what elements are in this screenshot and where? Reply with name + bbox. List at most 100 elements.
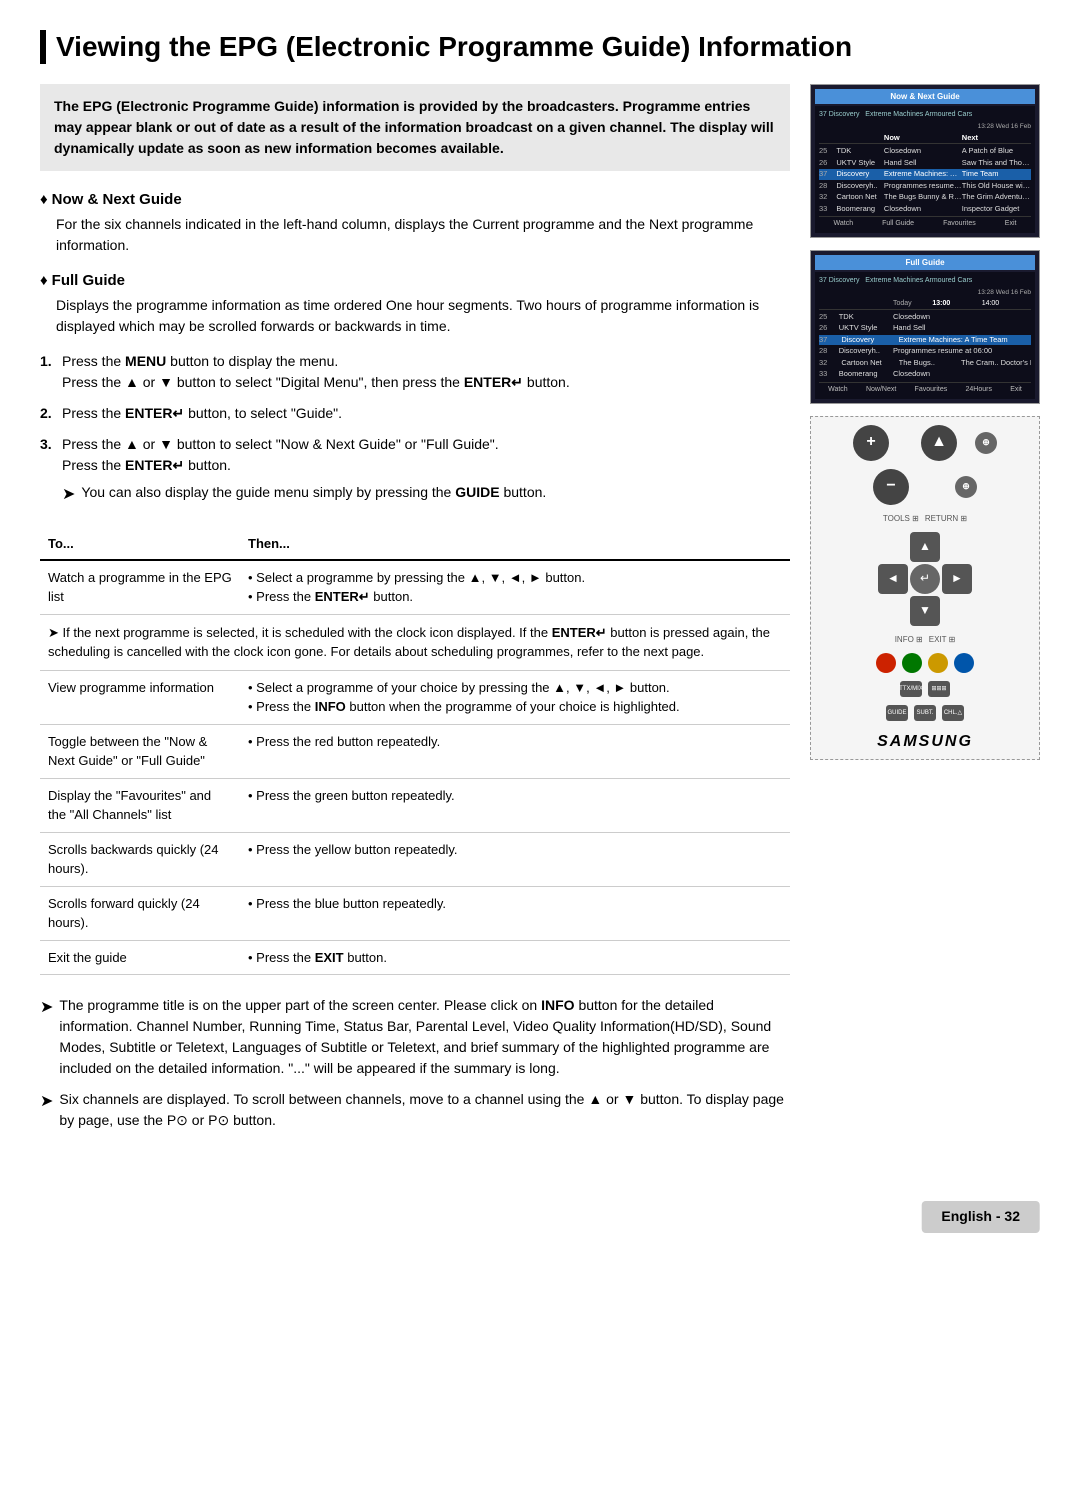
remote-side-btn-2[interactable]: ⊕	[955, 476, 977, 498]
screen2-row-25: 25TDKClosedown	[819, 312, 1031, 323]
remote-exit-label: EXIT ⊞	[929, 634, 956, 645]
remote-minus-btn[interactable]: −	[873, 469, 909, 505]
table-cell-to: View programme information	[40, 670, 240, 724]
screen2-datetime: 13:28 Wed 16 Feb	[819, 288, 1031, 297]
page-title: Viewing the EPG (Electronic Programme Gu…	[40, 30, 1040, 64]
samsung-logo: SAMSUNG	[877, 731, 973, 753]
dpad-right[interactable]: ►	[942, 564, 972, 594]
table-cell-to: Watch a programme in the EPG list	[40, 560, 240, 615]
step-2-content: Press the ENTER↵ button, to select "Guid…	[62, 403, 790, 424]
table-header-then: Then...	[240, 529, 790, 560]
table-row: Display the "Favourites" and the "All Ch…	[40, 778, 790, 832]
diamond-icon: ♦	[40, 191, 48, 208]
remote-red-btn[interactable]	[876, 653, 896, 673]
footer-label: English - 32	[921, 1201, 1040, 1233]
table-row: View programme information • Select a pr…	[40, 670, 790, 724]
table-cell-then: • Press the EXIT button.	[240, 940, 790, 975]
dpad-enter[interactable]: ↵	[910, 564, 940, 594]
remote-yellow-btn[interactable]	[928, 653, 948, 673]
now-next-header: ♦Now & Next Guide	[40, 189, 790, 210]
remote-labels-row: TOOLS ⊞ RETURN ⊞	[883, 513, 967, 524]
remote-misc-btn[interactable]: ⊞⊞⊞	[928, 681, 950, 697]
table-row: Watch a programme in the EPG list • Sele…	[40, 560, 790, 615]
left-content: The EPG (Electronic Programme Guide) inf…	[40, 84, 790, 1142]
remote-tools-label: TOOLS ⊞	[883, 513, 919, 524]
remote-return-label: RETURN ⊞	[925, 513, 967, 524]
step-2-num: 2.	[40, 403, 62, 424]
arrow-icon-3: ➤	[40, 996, 53, 1079]
remote-ttxmix-btn[interactable]: TTX/MIX	[900, 681, 922, 697]
dpad-up[interactable]: ▲	[910, 532, 940, 562]
remote-info-label: INFO ⊞	[895, 634, 923, 645]
steps-list: 1. Press the MENU button to display the …	[40, 351, 790, 513]
remote-dpad-container: ▲ ◄ ↵ ► ▼	[878, 532, 972, 626]
remote-info-exit-row: INFO ⊞ EXIT ⊞	[895, 634, 956, 645]
remote-mid-row: − ⊕	[873, 469, 977, 505]
screen1-row-32: 32Cartoon NetThe Bugs Bunny & Ras...The …	[819, 192, 1031, 203]
remote-chl-btn[interactable]: CHL.△	[942, 705, 964, 721]
table-cell-then: • Press the red button repeatedly.	[240, 724, 790, 778]
screen1-datetime: 13:28 Wed 16 Feb	[819, 122, 1031, 131]
screen2-footer-watch: Watch	[828, 385, 848, 395]
screen1-footer-exit: Exit	[1005, 219, 1017, 229]
full-guide-header: ♦Full Guide	[40, 270, 790, 291]
screen2-footer-nownext: Now/Next	[866, 385, 896, 395]
screen1-row-25: 25TDKClosedownA Patch of Blue	[819, 146, 1031, 157]
remote-dpad: ▲ ◄ ↵ ► ▼	[878, 532, 972, 626]
remote-green-btn[interactable]	[902, 653, 922, 673]
table-note-row: ➤ If the next programme is selected, it …	[40, 614, 790, 670]
dpad-down[interactable]: ▼	[910, 596, 940, 626]
screen2-title: Full Guide	[815, 255, 1035, 270]
remote-side-btn-1[interactable]: ⊕	[975, 432, 997, 454]
step-1-content: Press the MENU button to display the men…	[62, 351, 790, 393]
remote-control: + ▲ ⊕ − ⊕ TOOLS ⊞ RETURN ⊞	[810, 416, 1040, 761]
remote-subt-btn[interactable]: SUBT.	[914, 705, 936, 721]
screen1-footer-fullguide: Full Guide	[882, 219, 914, 229]
table-cell-to: Scrolls backwards quickly (24 hours).	[40, 832, 240, 886]
screen1-footer: Watch Full Guide Favourites Exit	[819, 216, 1031, 229]
screen2-row-32: 32Cartoon NetThe Bugs..The Cram.. Doctor…	[819, 358, 1031, 369]
dpad-left[interactable]: ◄	[878, 564, 908, 594]
screen1-inner: 37 Discovery Extreme Machines Armoured C…	[815, 106, 1035, 233]
step-3-content: Press the ▲ or ▼ button to select "Now &…	[62, 434, 790, 513]
remote-bottom-row: TTX/MIX ⊞⊞⊞	[900, 681, 950, 697]
screen1-row-33: 33BoomerangClosedownInspector Gadget	[819, 204, 1031, 215]
remote-image: + ▲ ⊕ − ⊕ TOOLS ⊞ RETURN ⊞	[817, 423, 1033, 754]
screen2-row-28: 28Discoveryh..Programmes resume at 06:00	[819, 346, 1031, 357]
full-guide-desc: Displays the programme information as ti…	[56, 295, 790, 337]
now-next-desc: For the six channels indicated in the le…	[56, 214, 790, 256]
screen2-highlight: 37 Discovery Extreme Machines Armoured C…	[819, 276, 1031, 286]
table-cell-to: Toggle between the "Now & Next Guide" or…	[40, 724, 240, 778]
table-cell-to: Display the "Favourites" and the "All Ch…	[40, 778, 240, 832]
intro-box: The EPG (Electronic Programme Guide) inf…	[40, 84, 790, 171]
table-header-to: To...	[40, 529, 240, 560]
screen2-col-headers: Today 13:00 14:00	[819, 299, 1031, 310]
remote-guide-row: GUIDE SUBT. CHL.△	[886, 705, 964, 721]
remote-plus-btn[interactable]: +	[853, 425, 889, 461]
remote-blue-btn[interactable]	[954, 653, 974, 673]
table-cell-then: • Press the blue button repeatedly.	[240, 886, 790, 940]
table-row: Scrolls backwards quickly (24 hours). • …	[40, 832, 790, 886]
remote-up-btn[interactable]: ▲	[921, 425, 957, 461]
table-cell-to: Scrolls forward quickly (24 hours).	[40, 886, 240, 940]
now-next-screen: Now & Next Guide 37 Discovery Extreme Ma…	[810, 84, 1040, 238]
screen1-title: Now & Next Guide	[815, 89, 1035, 104]
screen2-row-37: 37DiscoveryExtreme Machines: Arm...Time …	[819, 335, 1031, 346]
full-guide-screen: Full Guide 37 Discovery Extreme Machines…	[810, 250, 1040, 404]
screen2-row-33: 33BoomerangClosedown	[819, 369, 1031, 380]
screen1-row-26: 26UKTV StyleHand SellSaw This and Though…	[819, 158, 1031, 169]
table-cell-to: Exit the guide	[40, 940, 240, 975]
screen1-footer-favourites: Favourites	[943, 219, 976, 229]
step-3-note: ➤ You can also display the guide menu si…	[62, 482, 790, 507]
bottom-note-2: ➤ Six channels are displayed. To scroll …	[40, 1089, 790, 1131]
step-3: 3. Press the ▲ or ▼ button to select "No…	[40, 434, 790, 513]
screen1-col-headers: Now Next	[819, 133, 1031, 145]
screen2-footer-exit: Exit	[1010, 385, 1022, 395]
screen2-inner: 37 Discovery Extreme Machines Armoured C…	[815, 272, 1035, 398]
screen1-footer-watch: Watch	[834, 219, 854, 229]
remote-guide-btn[interactable]: GUIDE	[886, 705, 908, 721]
table-cell-then: • Select a programme of your choice by p…	[240, 670, 790, 724]
screen1-row-37: 37DiscoveryExtreme Machines: Ar...Time T…	[819, 169, 1031, 180]
footer-container: English - 32	[40, 1171, 1040, 1233]
table-row: Toggle between the "Now & Next Guide" or…	[40, 724, 790, 778]
